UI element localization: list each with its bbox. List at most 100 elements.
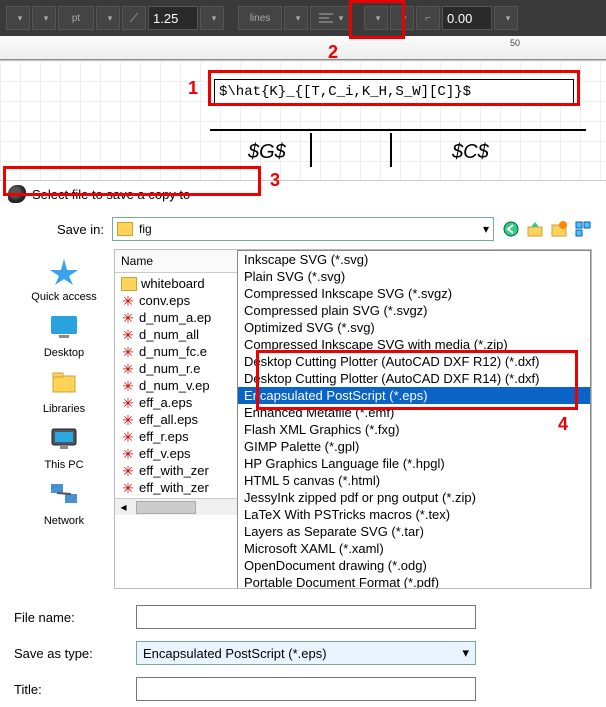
inkscape-icon (8, 185, 26, 203)
file-type-option[interactable]: Optimized SVG (*.svg) (238, 319, 590, 336)
stroke-width-input[interactable] (148, 6, 198, 30)
eps-icon: ✳ (121, 328, 135, 342)
chevron-down-icon: ▾ (462, 645, 469, 661)
horizontal-ruler: 50 (0, 36, 606, 60)
save-in-label: Save in: (14, 222, 104, 237)
file-name: whiteboard (141, 276, 205, 291)
file-name: d_num_a.ep (139, 310, 211, 325)
top-toolbar: pt ⟋ lines ⌐ (0, 0, 606, 36)
sidebar-this-pc[interactable]: This PC (44, 421, 83, 471)
dialog-title: Select file to save a copy to (32, 187, 190, 202)
folder-icon (121, 277, 137, 291)
file-type-option[interactable]: Layers as Separate SVG (*.tar) (238, 523, 590, 540)
title-input[interactable] (136, 677, 476, 701)
file-name: eff_v.eps (139, 446, 191, 461)
new-folder-icon[interactable] (550, 220, 568, 238)
file-type-option[interactable]: GIMP Palette (*.gpl) (238, 438, 590, 455)
file-type-option[interactable]: Plain SVG (*.svg) (238, 268, 590, 285)
save-as-type-select[interactable]: Encapsulated PostScript (*.eps) ▾ (136, 641, 476, 665)
toolbar-dropdown-4[interactable] (390, 6, 414, 30)
toolbar-dropdown-2[interactable] (32, 6, 56, 30)
file-type-option[interactable]: Compressed Inkscape SVG with media (*.zi… (238, 336, 590, 353)
latex-input[interactable]: $\hat{K}_{[T,C_i,K_H,S_W][C]}$ (214, 79, 574, 105)
chevron-down-icon: ▾ (483, 222, 489, 236)
file-type-option[interactable]: Enhanced Metafile (*.emf) (238, 404, 590, 421)
save-as-type-value: Encapsulated PostScript (*.eps) (143, 646, 327, 661)
file-type-option[interactable]: Microsoft XAML (*.xaml) (238, 540, 590, 557)
unit-dropdown[interactable] (96, 6, 120, 30)
file-type-option[interactable]: Flash XML Graphics (*.fxg) (238, 421, 590, 438)
file-name: conv.eps (139, 293, 190, 308)
file-type-option[interactable]: OpenDocument drawing (*.odg) (238, 557, 590, 574)
sidebar-network[interactable]: Network (44, 477, 84, 527)
ruler-mark: 50 (510, 38, 520, 48)
sidebar-label: Network (44, 515, 84, 527)
eps-icon: ✳ (121, 430, 135, 444)
canvas-area[interactable]: $\hat{K}_{[T,C_i,K_H,S_W][C]}$ $G$ $C$ (0, 60, 606, 180)
eps-icon: ✳ (121, 464, 135, 478)
folder-icon (117, 222, 133, 236)
annotation-number-2: 2 (328, 42, 338, 63)
file-type-option[interactable]: Inkscape SVG (*.svg) (238, 251, 590, 268)
align-dropdown[interactable] (310, 6, 350, 30)
stroke-icon: ⟋ (122, 6, 146, 30)
file-name: eff_with_zer (139, 480, 209, 495)
eps-icon: ✳ (121, 396, 135, 410)
math-label-c: $C$ (452, 141, 489, 164)
eps-icon: ✳ (121, 447, 135, 461)
file-type-option[interactable]: LaTeX With PSTricks macros (*.tex) (238, 506, 590, 523)
eps-icon: ✳ (121, 379, 135, 393)
toolbar-dropdown-1[interactable] (6, 6, 30, 30)
sidebar-label: Desktop (44, 347, 84, 359)
file-name: eff_with_zer (139, 463, 209, 478)
sidebar-label: Libraries (43, 403, 85, 415)
file-type-option[interactable]: Compressed plain SVG (*.svgz) (238, 302, 590, 319)
sidebar-libraries[interactable]: Libraries (43, 365, 85, 415)
annotation-number-1: 1 (188, 78, 198, 99)
align-lines-icon (317, 11, 335, 25)
places-sidebar: Quick access Desktop Libraries This PC N… (14, 249, 114, 589)
file-name: eff_a.eps (139, 395, 192, 410)
file-type-option[interactable]: Portable Document Format (*.pdf) (238, 574, 590, 589)
up-icon[interactable] (526, 220, 544, 238)
eps-icon: ✳ (121, 413, 135, 427)
annotation-number-4: 4 (558, 414, 568, 435)
back-icon[interactable] (502, 220, 520, 238)
file-name: d_num_r.e (139, 361, 200, 376)
value-stepper-right[interactable] (494, 6, 518, 30)
file-type-option[interactable]: HTML 5 canvas (*.html) (238, 472, 590, 489)
file-list[interactable]: Name whiteboard✳conv.eps✳d_num_a.ep✳d_nu… (114, 249, 592, 589)
file-name: d_num_v.ep (139, 378, 210, 393)
file-type-option[interactable]: Desktop Cutting Plotter (AutoCAD DXF R12… (238, 353, 590, 370)
title-label: Title: (14, 682, 124, 697)
save-in-combo[interactable]: fig ▾ (112, 217, 494, 241)
sidebar-desktop[interactable]: Desktop (44, 309, 84, 359)
line-style-label[interactable]: lines (238, 6, 282, 30)
file-name: eff_r.eps (139, 429, 189, 444)
file-name: d_num_all (139, 327, 199, 342)
save-in-value: fig (139, 222, 152, 236)
file-type-option[interactable]: Desktop Cutting Plotter (AutoCAD DXF R14… (238, 370, 590, 387)
line-style-dropdown[interactable] (284, 6, 308, 30)
eps-icon: ✳ (121, 311, 135, 325)
file-type-option[interactable]: Compressed Inkscape SVG (*.svgz) (238, 285, 590, 302)
value-input-right[interactable] (442, 6, 492, 30)
file-type-option[interactable]: HP Graphics Language file (*.hpgl) (238, 455, 590, 472)
view-menu-icon[interactable] (574, 220, 592, 238)
toolbar-dropdown-3[interactable] (364, 6, 388, 30)
math-label-g: $G$ (248, 141, 286, 164)
file-type-dropdown[interactable]: Inkscape SVG (*.svg)Plain SVG (*.svg)Com… (237, 250, 591, 589)
file-name-input[interactable] (136, 605, 476, 629)
save-dialog: Select file to save a copy to Save in: f… (0, 180, 606, 707)
file-type-option[interactable]: JessyInk zipped pdf or png output (*.zip… (238, 489, 590, 506)
quick-access-icon (46, 253, 82, 289)
annotation-number-3: 3 (270, 170, 280, 191)
sidebar-quick-access[interactable]: Quick access (31, 253, 96, 303)
file-type-option[interactable]: Encapsulated PostScript (*.eps) (238, 387, 590, 404)
file-name-label: File name: (14, 610, 124, 625)
stroke-stepper[interactable] (200, 6, 224, 30)
unit-label[interactable]: pt (58, 6, 94, 30)
this-pc-icon (46, 421, 82, 457)
sidebar-label: Quick access (31, 291, 96, 303)
eps-icon: ✳ (121, 345, 135, 359)
